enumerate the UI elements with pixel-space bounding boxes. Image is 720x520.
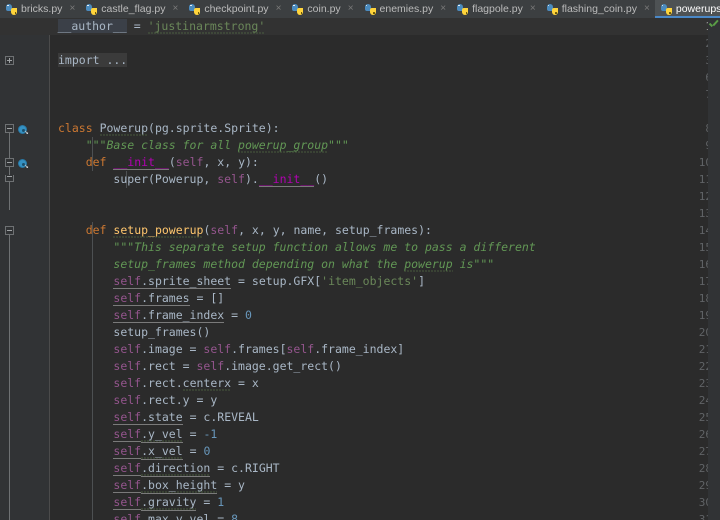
python-file-icon: [292, 4, 303, 15]
code-line[interactable]: __author__ = 'justinarmstrong': [50, 18, 720, 35]
code-line[interactable]: [50, 188, 720, 205]
code-line[interactable]: setup_frames method depending on what th…: [50, 256, 720, 273]
code-text-area[interactable]: __author__ = 'justinarmstrong' import ..…: [50, 18, 720, 520]
tab-label: checkpoint.py: [204, 3, 268, 15]
code-line[interactable]: """This separate setup function allows m…: [50, 239, 720, 256]
code-line[interactable]: self.y_vel = -1: [50, 426, 720, 443]
editor-tab-flashing-coin[interactable]: flashing_coin.py ×: [541, 0, 655, 18]
tab-label: castle_flag.py: [101, 3, 165, 15]
close-icon[interactable]: ×: [66, 4, 75, 14]
close-icon[interactable]: ×: [527, 4, 536, 14]
editor-tab-flagpole[interactable]: flagpole.py ×: [451, 0, 541, 18]
fold-region-end-init: [5, 175, 14, 182]
close-icon[interactable]: ×: [170, 4, 179, 14]
code-line[interactable]: [50, 69, 720, 86]
fold-marker-setup-powerup[interactable]: [5, 226, 14, 235]
code-line[interactable]: super(Powerup, self).__init__(): [50, 171, 720, 188]
fold-marker-import[interactable]: [5, 56, 14, 65]
code-line[interactable]: class Powerup(pg.sprite.Sprite):: [50, 120, 720, 137]
python-file-icon: [6, 4, 17, 15]
code-line[interactable]: [50, 103, 720, 120]
tab-label: bricks.py: [21, 3, 62, 15]
close-icon[interactable]: ×: [437, 4, 446, 14]
tab-label: flagpole.py: [472, 3, 523, 15]
code-line[interactable]: self.image = self.frames[self.frame_inde…: [50, 341, 720, 358]
code-line[interactable]: self.state = c.REVEAL: [50, 409, 720, 426]
code-line[interactable]: setup_frames(): [50, 324, 720, 341]
code-line[interactable]: self.rect.centerx = x: [50, 375, 720, 392]
pycharm-editor-window: bricks.py × castle_flag.py × checkpoint.…: [0, 0, 720, 520]
code-line[interactable]: import ...: [50, 52, 720, 69]
fold-marker-init[interactable]: [5, 158, 14, 167]
close-icon[interactable]: ×: [273, 4, 282, 14]
method-override-icon[interactable]: ↘: [18, 159, 29, 170]
tab-label: powerups.py: [676, 3, 720, 15]
editor-tab-bricks[interactable]: bricks.py ×: [0, 0, 80, 18]
code-editor[interactable]: ↘ ↘ __author__ = 'justinarmstrong' impor…: [0, 18, 720, 520]
line-number-gutter[interactable]: [0, 18, 36, 520]
code-line[interactable]: def __init__(self, x, y):: [50, 154, 720, 171]
code-line[interactable]: self.frame_index = 0: [50, 307, 720, 324]
python-file-icon: [457, 4, 468, 15]
code-line[interactable]: self.rect.y = y: [50, 392, 720, 409]
python-file-icon: [661, 4, 672, 15]
close-icon[interactable]: ×: [345, 4, 354, 14]
code-line[interactable]: self.direction = c.RIGHT: [50, 460, 720, 477]
code-line[interactable]: def setup_powerup(self, x, y, name, setu…: [50, 222, 720, 239]
code-line[interactable]: [50, 86, 720, 103]
editor-tab-powerups[interactable]: powerups.py ×: [655, 0, 720, 18]
python-file-icon: [86, 4, 97, 15]
code-line[interactable]: self.frames = []: [50, 290, 720, 307]
code-line[interactable]: self.max_y_vel = 8: [50, 511, 720, 520]
python-file-icon: [547, 4, 558, 15]
fold-marker-class[interactable]: [5, 124, 14, 133]
code-line[interactable]: self.gravity = 1: [50, 494, 720, 511]
code-line[interactable]: self.x_vel = 0: [50, 443, 720, 460]
editor-marker-bar[interactable]: [708, 18, 720, 520]
code-line[interactable]: [50, 205, 720, 222]
tab-label: flashing_coin.py: [562, 3, 637, 15]
close-icon[interactable]: ×: [641, 4, 650, 14]
editor-tab-enemies[interactable]: enemies.py ×: [359, 0, 452, 18]
code-line[interactable]: [50, 35, 720, 52]
python-file-icon: [365, 4, 376, 15]
class-marker-icon[interactable]: ↘: [18, 125, 29, 136]
tab-label: enemies.py: [380, 3, 434, 15]
editor-tab-checkpoint[interactable]: checkpoint.py ×: [183, 0, 286, 18]
code-folding-strip[interactable]: [36, 18, 50, 520]
fold-region-line-class: [9, 133, 10, 210]
fold-region-line-setup-powerup: [9, 235, 10, 520]
editor-tab-castle-flag[interactable]: castle_flag.py ×: [80, 0, 183, 18]
inspection-ok-check-icon[interactable]: [709, 20, 719, 30]
tab-label: coin.py: [307, 3, 340, 15]
code-line[interactable]: """Base class for all powerup_group""": [50, 137, 720, 154]
code-line[interactable]: self.sprite_sheet = setup.GFX['item_obje…: [50, 273, 720, 290]
python-file-icon: [189, 4, 200, 15]
editor-tab-coin[interactable]: coin.py ×: [286, 0, 358, 18]
code-line[interactable]: self.box_height = y: [50, 477, 720, 494]
editor-tab-bar: bricks.py × castle_flag.py × checkpoint.…: [0, 0, 720, 18]
current-line-gutter-highlight: [0, 18, 50, 35]
code-line[interactable]: self.rect = self.image.get_rect(): [50, 358, 720, 375]
